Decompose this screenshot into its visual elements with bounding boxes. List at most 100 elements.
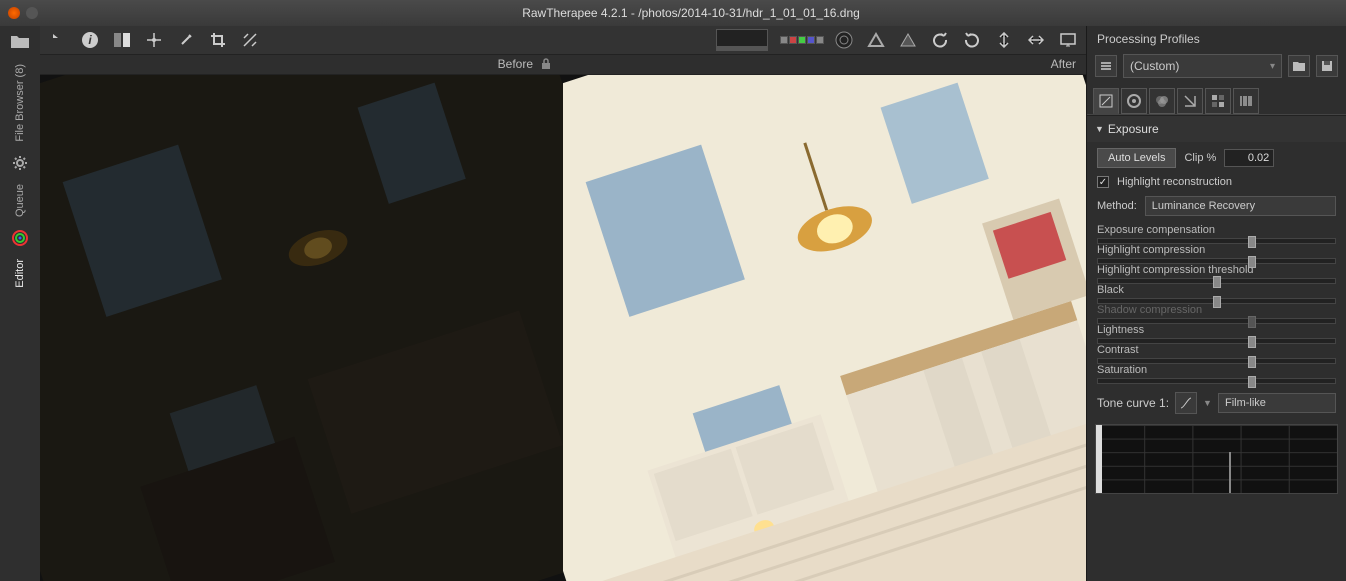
tone-curve-value: Film-like <box>1225 397 1266 409</box>
tab-queue[interactable]: Queue <box>12 176 28 225</box>
method-label: Method: <box>1097 200 1137 212</box>
profile-mode-icon[interactable] <box>1095 55 1117 77</box>
slider-exposure-compensation[interactable]: Exposure compensation <box>1097 224 1336 244</box>
slider-thumb[interactable] <box>1248 356 1256 368</box>
tab-wavelet-icon[interactable] <box>1177 88 1203 114</box>
window-minimize-icon[interactable] <box>26 7 38 19</box>
slider-thumb[interactable] <box>1213 296 1221 308</box>
after-image[interactable] <box>563 75 1086 581</box>
hand-tool-icon[interactable] <box>142 28 166 52</box>
flip-vertical-icon[interactable] <box>992 28 1016 52</box>
slider-label: Exposure compensation <box>1097 224 1336 236</box>
hl-recon-label: Highlight reconstruction <box>1117 176 1232 188</box>
slider-lightness[interactable]: Lightness <box>1097 324 1336 344</box>
slider-contrast[interactable]: Contrast <box>1097 344 1336 364</box>
slider-track[interactable] <box>1097 238 1336 244</box>
triangle-down-icon: ▼ <box>1095 124 1104 134</box>
clipping-highlight-icon[interactable] <box>896 28 920 52</box>
tab-transform-icon[interactable] <box>1205 88 1231 114</box>
title-bar: RawTherapee 4.2.1 - /photos/2014-10-31/h… <box>0 0 1346 26</box>
chevron-down-icon[interactable]: ▼ <box>1203 398 1212 408</box>
chevron-down-icon: ▾ <box>1270 61 1275 72</box>
slider-thumb[interactable] <box>1248 236 1256 248</box>
clip-input[interactable] <box>1224 149 1274 167</box>
slider-label: Highlight compression threshold <box>1097 264 1336 276</box>
histogram-mini[interactable] <box>716 29 768 51</box>
center-panel: i Before After <box>40 26 1086 581</box>
slider-label: Lightness <box>1097 324 1336 336</box>
color-swatch[interactable] <box>789 36 797 44</box>
before-after-header: Before After <box>40 55 1086 75</box>
slider-label: Saturation <box>1097 364 1336 376</box>
slider-track[interactable] <box>1097 298 1336 304</box>
profile-save-icon[interactable] <box>1316 55 1338 77</box>
gear-icon[interactable] <box>11 154 29 172</box>
slider-track[interactable] <box>1097 338 1336 344</box>
rotate-left-icon[interactable] <box>928 28 952 52</box>
lens-icon[interactable] <box>832 28 856 52</box>
slider-thumb[interactable] <box>1213 276 1221 288</box>
right-panel-tabs <box>1087 82 1346 115</box>
color-swatch[interactable] <box>816 36 824 44</box>
exposure-section-body: Auto Levels Clip % ✓ Highlight reconstru… <box>1087 142 1346 420</box>
exposure-section-header[interactable]: ▼ Exposure <box>1087 115 1346 142</box>
right-panel: Processing Profiles (Custom) ▾ <box>1086 26 1346 581</box>
slider-track[interactable] <box>1097 378 1336 384</box>
window-close-icon[interactable] <box>8 7 20 19</box>
profile-select-value: (Custom) <box>1130 59 1179 73</box>
auto-levels-button[interactable]: Auto Levels <box>1097 148 1176 168</box>
method-value: Luminance Recovery <box>1152 200 1255 212</box>
folder-icon[interactable] <box>8 32 32 52</box>
slider-saturation[interactable]: Saturation <box>1097 364 1336 384</box>
straighten-tool-icon[interactable] <box>238 28 262 52</box>
tab-detail-icon[interactable] <box>1121 88 1147 114</box>
clip-label: Clip % <box>1184 152 1216 164</box>
color-swatches <box>780 36 824 44</box>
slider-highlight-compression-threshold[interactable]: Highlight compression threshold <box>1097 264 1336 284</box>
tone-curve-select[interactable]: Film-like <box>1218 393 1336 413</box>
slider-track <box>1097 318 1336 324</box>
clipping-shadow-icon[interactable] <box>864 28 888 52</box>
profile-load-icon[interactable] <box>1288 55 1310 77</box>
slider-thumb[interactable] <box>1248 376 1256 388</box>
flip-horizontal-icon[interactable] <box>1024 28 1048 52</box>
profile-select[interactable]: (Custom) ▾ <box>1123 54 1282 78</box>
tone-curve-label: Tone curve 1: <box>1097 396 1169 410</box>
slider-thumb <box>1248 316 1256 328</box>
rawtherapee-icon[interactable] <box>11 229 29 247</box>
slider-thumb[interactable] <box>1248 256 1256 268</box>
lock-icon[interactable] <box>539 57 553 71</box>
exposure-title: Exposure <box>1108 122 1159 136</box>
arrow-tool-icon[interactable] <box>46 28 70 52</box>
slider-thumb[interactable] <box>1248 336 1256 348</box>
tone-curve-type-icon[interactable] <box>1175 392 1197 414</box>
tab-exposure-icon[interactable] <box>1093 88 1119 114</box>
slider-highlight-compression[interactable]: Highlight compression <box>1097 244 1336 264</box>
tone-curve-graph[interactable] <box>1095 424 1338 494</box>
info-icon[interactable]: i <box>78 28 102 52</box>
color-swatch[interactable] <box>798 36 806 44</box>
window-title: RawTherapee 4.2.1 - /photos/2014-10-31/h… <box>44 6 1338 20</box>
method-select[interactable]: Luminance Recovery <box>1145 196 1336 216</box>
slider-label: Contrast <box>1097 344 1336 356</box>
slider-track[interactable] <box>1097 358 1336 364</box>
monitor-profile-icon[interactable] <box>1056 28 1080 52</box>
crop-tool-icon[interactable] <box>206 28 230 52</box>
hl-recon-checkbox[interactable]: ✓ <box>1097 176 1109 188</box>
tab-color-icon[interactable] <box>1149 88 1175 114</box>
tab-meta-icon[interactable] <box>1233 88 1259 114</box>
after-label: After <box>1051 57 1076 71</box>
slider-track[interactable] <box>1097 258 1336 264</box>
before-label: Before <box>498 57 533 71</box>
before-after-icon[interactable] <box>110 28 134 52</box>
tab-editor[interactable]: Editor <box>12 251 28 296</box>
slider-track[interactable] <box>1097 278 1336 284</box>
color-swatch[interactable] <box>780 36 788 44</box>
image-viewport <box>40 75 1086 581</box>
rotate-right-icon[interactable] <box>960 28 984 52</box>
picker-tool-icon[interactable] <box>174 28 198 52</box>
tab-file-browser[interactable]: File Browser (8) <box>12 56 28 150</box>
color-swatch[interactable] <box>807 36 815 44</box>
processing-profiles-header: Processing Profiles <box>1087 26 1346 50</box>
before-image[interactable] <box>40 75 563 581</box>
